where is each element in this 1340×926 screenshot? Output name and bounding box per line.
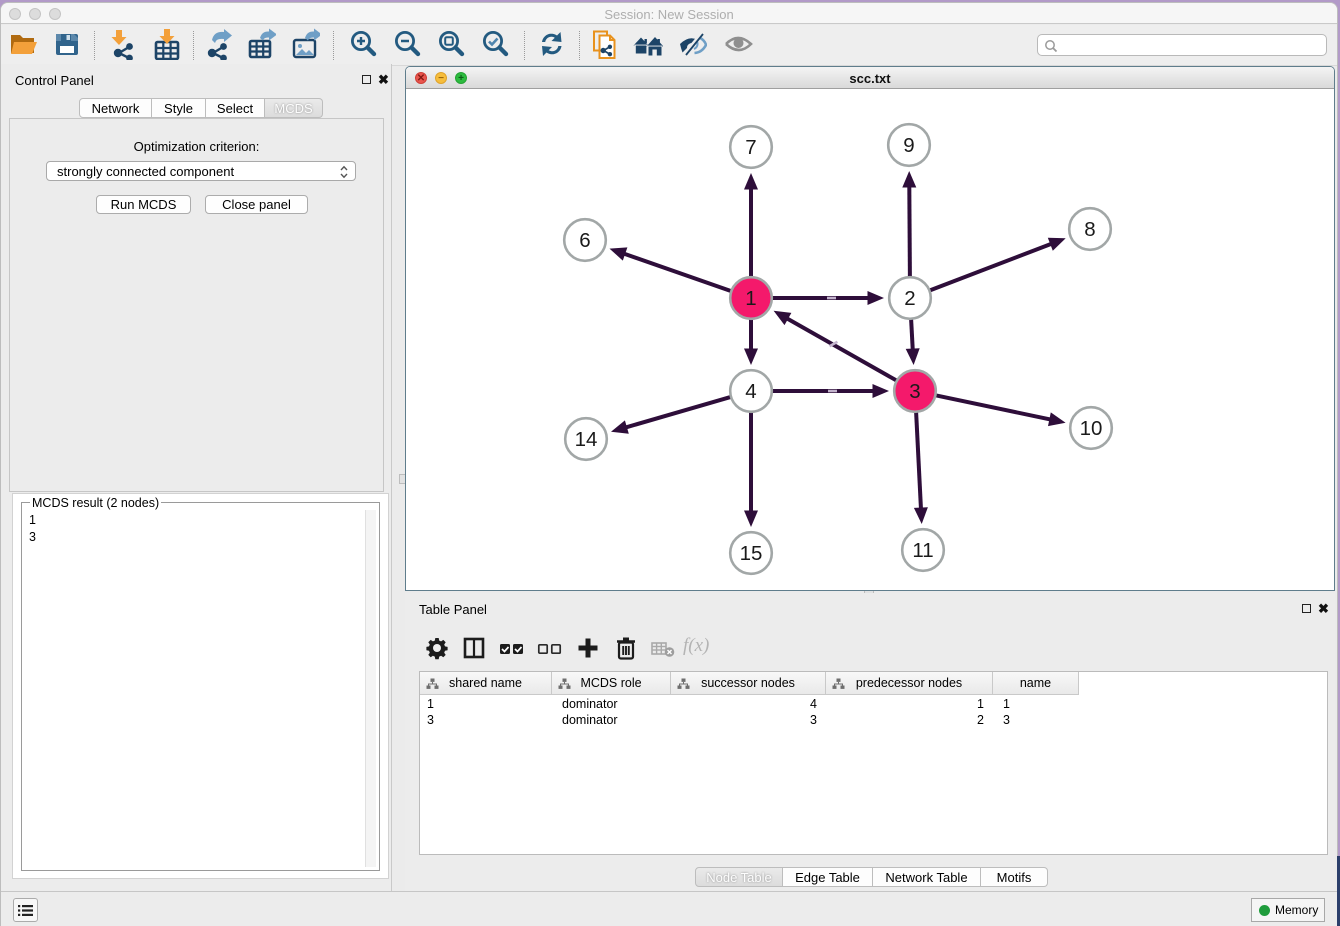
svg-text:10: 10 [1080, 417, 1103, 440]
svg-text:15: 15 [740, 542, 763, 565]
svg-text:2: 2 [904, 287, 915, 310]
svg-text:9: 9 [903, 134, 914, 157]
svg-text:3: 3 [909, 380, 920, 403]
svg-text:11: 11 [912, 539, 933, 562]
svg-text:4: 4 [745, 380, 756, 403]
svg-text:1: 1 [745, 287, 756, 310]
svg-text:6: 6 [579, 229, 590, 252]
svg-text:14: 14 [575, 428, 598, 451]
svg-text:8: 8 [1084, 218, 1095, 241]
svg-text:7: 7 [745, 136, 756, 159]
